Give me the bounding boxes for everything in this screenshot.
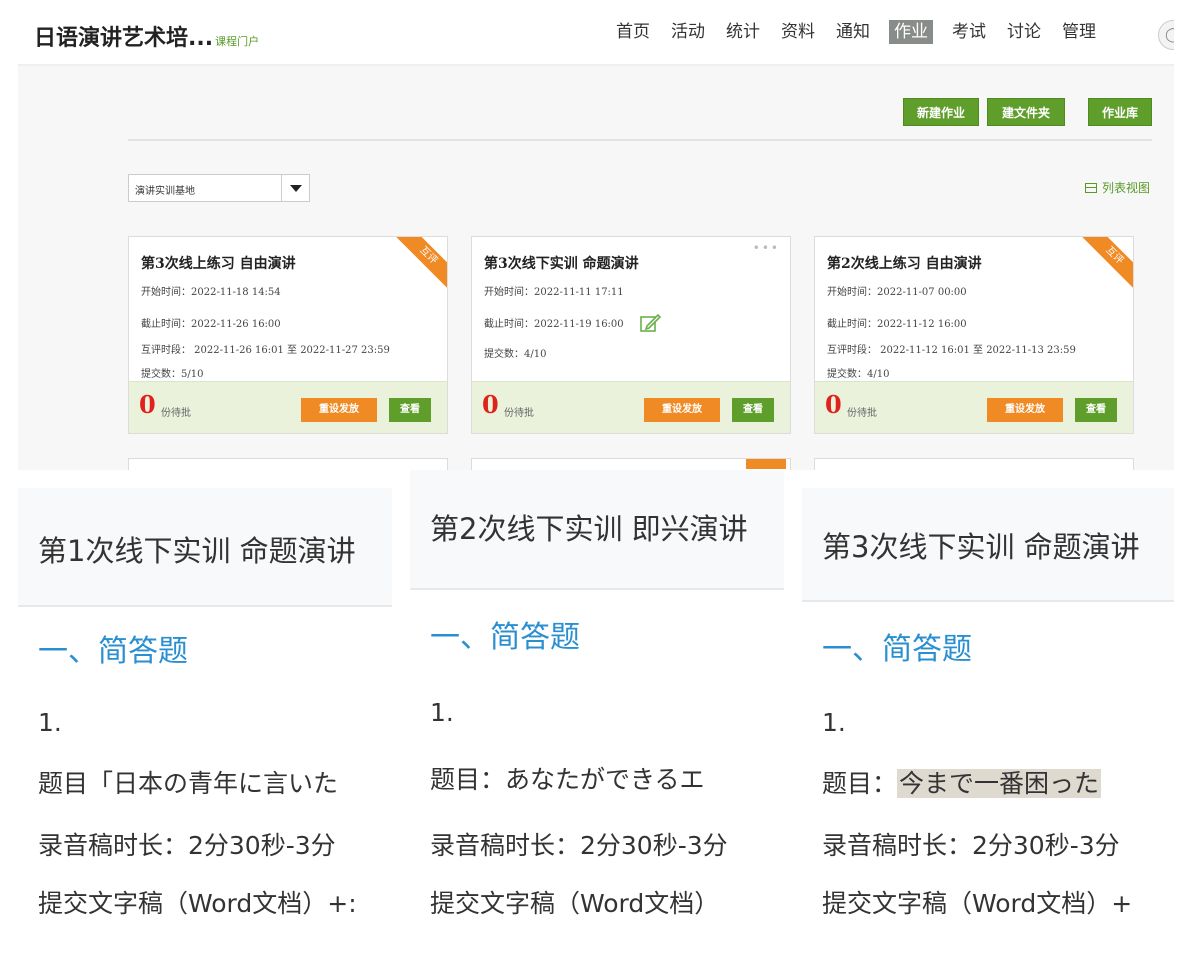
pending-count: 0 [139,390,156,419]
homework-card-partial[interactable] [128,458,448,470]
header-divider [410,588,784,590]
mobile-homework-view-2: 第2次线下实训 即兴演讲 一、简答题 1. 题目：あなたができるエ 录音稿时长：… [410,470,784,942]
pending-label: 份待批 [504,408,534,419]
homework-card-title: 第3次线上练习 自由演讲 [141,256,296,272]
view-button[interactable]: 查看 [389,398,431,422]
question-topic: 题目：今まで一番困った [822,764,1102,800]
peer-review-tag-partial [746,459,786,469]
header-divider [802,600,1174,602]
mobile-header: 第1次线下实训 命题演讲 [18,488,392,605]
mobile-homework-view-1: 第1次线下实训 命题演讲 一、简答题 1. 题目「日本の青年に言いた 录音稿时长… [18,488,392,928]
mobile-header: 第3次线下实训 命题演讲 [802,488,1174,600]
user-avatar-icon: ◯ [1158,20,1174,50]
chevron-down-icon[interactable] [281,175,309,201]
nav-discussion[interactable]: 讨论 [1005,20,1043,44]
homework-card-footer: 0 份待批 重设发放 查看 [815,381,1133,433]
question-topic: 题目「日本の青年に言いた [38,769,339,798]
header-divider [18,605,392,607]
pending-label: 份待批 [161,408,191,419]
homework-start-time: 开始时间：2022-11-11 17:11 [484,287,624,298]
homework-start-time: 开始时间：2022-11-07 00:00 [827,287,967,298]
recording-duration: 录音稿时长：2分30秒-3分 [430,831,728,860]
selected-text-highlight[interactable]: 今まで一番困った [897,769,1102,798]
homework-card-partial[interactable] [814,458,1134,470]
homework-start-time: 开始时间：2022-11-18 14:54 [141,287,281,298]
homework-card[interactable]: 互评 第2次线上练习 自由演讲 开始时间：2022-11-07 00:00 截止… [814,236,1134,434]
question-topic: 题目：あなたができるエ [430,765,705,794]
submission-requirement: 提交文字稿（Word文档） [430,889,720,918]
nav-notices[interactable]: 通知 [834,20,872,44]
pending-count: 0 [482,390,499,419]
submission-requirement: 提交文字稿（Word文档）+: [38,889,357,918]
edit-icon[interactable] [640,313,662,333]
homework-end-time: 截止时间：2022-11-12 16:00 [827,319,967,330]
main-nav: 首页 活动 统计 资料 通知 作业 考试 讨论 管理 [614,20,1115,44]
more-options-icon[interactable]: ••• [753,241,780,255]
nav-exams[interactable]: 考试 [950,20,988,44]
nav-activities[interactable]: 活动 [669,20,707,44]
list-view-label: 列表视图 [1101,181,1150,195]
mobile-homework-title: 第2次线下实训 即兴演讲 [430,512,748,546]
recording-duration: 录音稿时长：2分30秒-3分 [822,831,1120,860]
question-number: 1. [822,708,846,737]
homework-card-footer: 0 份待批 重设发放 查看 [472,381,790,433]
question-section-heading: 一、简答题 [38,634,188,669]
homework-end-time: 截止时间：2022-11-19 16:00 [484,319,624,330]
submission-requirement: 提交文字稿（Word文档）+ [822,889,1133,918]
peer-review-tag: 互评 [389,237,447,295]
peer-review-period: 互评时段： 2022-11-26 16:01 至 2022-11-27 23:5… [141,345,390,356]
reset-distribution-button[interactable]: 重设发放 [987,398,1063,422]
course-title[interactable]: 日语演讲艺术培... 课程门户 [34,20,259,52]
mobile-homework-title: 第3次线下实训 命题演讲 [822,530,1140,564]
peer-review-period: 互评时段： 2022-11-12 16:01 至 2022-11-13 23:5… [827,345,1076,356]
reset-distribution-button[interactable]: 重设发放 [644,398,720,422]
folder-select-value: 演讲实训基地 [135,186,195,197]
submission-count: 提交数：4/10 [827,369,890,380]
homework-card-footer: 0 份待批 重设发放 查看 [129,381,447,433]
question-section-heading: 一、简答题 [430,620,580,655]
question-topic-prefix: 题目： [822,769,898,798]
pending-label: 份待批 [847,408,877,419]
question-number: 1. [38,708,62,737]
homework-card-title: 第2次线上练习 自由演讲 [827,256,982,272]
question-number: 1. [430,698,454,727]
homework-card[interactable]: 互评 第3次线上练习 自由演讲 开始时间：2022-11-18 14:54 截止… [128,236,448,434]
course-portal-link[interactable]: 课程门户 [215,35,259,48]
list-view-toggle[interactable]: 列表视图 [1084,179,1150,196]
homework-panel: 新建作业 建文件夹 作业库 演讲实训基地 列表视图 互评 第3次线上练习 自由演… [18,66,1174,470]
peer-review-tag: 互评 [1075,237,1133,295]
homework-end-time: 截止时间：2022-11-26 16:00 [141,319,281,330]
nav-home[interactable]: 首页 [614,20,652,44]
view-button[interactable]: 查看 [732,398,774,422]
mobile-homework-view-3: 第3次线下实训 命题演讲 一、简答题 1. 题目：今まで一番困った 录音稿时长：… [802,488,1174,928]
nav-materials[interactable]: 资料 [779,20,817,44]
homework-card[interactable]: ••• 第3次线下实训 命题演讲 开始时间：2022-11-11 17:11 截… [471,236,791,434]
nav-management[interactable]: 管理 [1060,20,1098,44]
submission-count: 提交数：4/10 [484,349,547,360]
pending-count: 0 [825,390,842,419]
user-avatar[interactable]: ◯ [1158,20,1174,50]
nav-statistics[interactable]: 统计 [724,20,762,44]
list-view-icon [1084,182,1097,193]
submission-count: 提交数：5/10 [141,369,204,380]
homework-card-title: 第3次线下实训 命题演讲 [484,256,639,272]
recording-duration: 录音稿时长：2分30秒-3分 [38,831,336,860]
toolbar-divider [128,139,1152,141]
homework-library-button[interactable]: 作业库 [1088,98,1152,126]
course-title-text: 日语演讲艺术培... [34,26,214,51]
question-section-heading: 一、简答题 [822,632,972,667]
new-homework-button[interactable]: 新建作业 [903,98,979,126]
reset-distribution-button[interactable]: 重设发放 [301,398,377,422]
top-navigation-bar: 日语演讲艺术培... 课程门户 首页 活动 统计 资料 通知 作业 考试 讨论 管… [18,0,1174,66]
homework-card-partial[interactable] [471,458,791,470]
mobile-homework-title: 第1次线下实训 命题演讲 [38,534,356,568]
new-folder-button[interactable]: 建文件夹 [987,98,1065,126]
nav-homework[interactable]: 作业 [889,20,933,44]
mobile-header: 第2次线下实训 即兴演讲 [410,470,784,588]
folder-select[interactable]: 演讲实训基地 [128,174,310,202]
view-button[interactable]: 查看 [1075,398,1117,422]
